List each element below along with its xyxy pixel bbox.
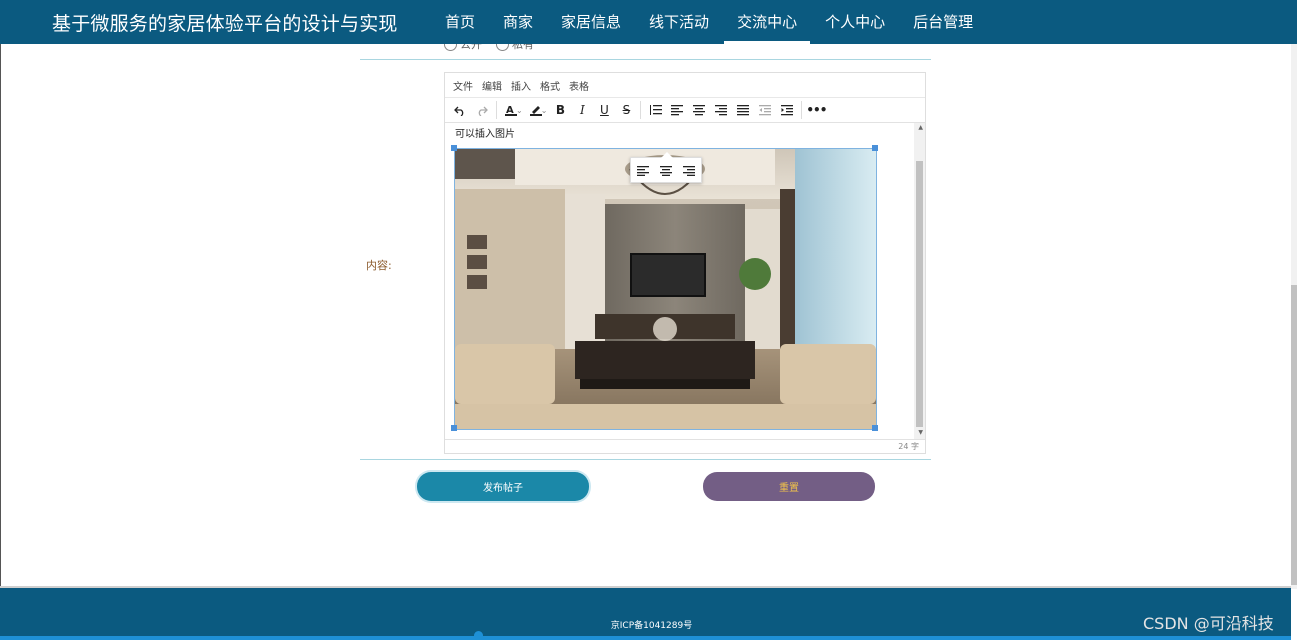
page-scrollbar-thumb[interactable] <box>1291 285 1297 585</box>
nav-merchants[interactable]: 商家 <box>490 0 546 44</box>
radio-private-label: 私有 <box>512 44 534 51</box>
align-right-icon[interactable] <box>683 161 696 180</box>
redo-icon[interactable] <box>471 99 493 121</box>
menu-format[interactable]: 格式 <box>540 78 560 93</box>
chevron-down-icon[interactable]: ⌄ <box>516 106 523 115</box>
nav-admin[interactable]: 后台管理 <box>900 0 986 44</box>
scroll-up-icon[interactable]: ▲ <box>918 124 923 131</box>
nav-home-info[interactable]: 家居信息 <box>548 0 634 44</box>
page-frame-left <box>0 0 1 640</box>
rich-text-editor: 文件 编辑 插入 格式 表格 A ⌄ ⌄ B I U S ••• 可以插入图片 … <box>444 72 926 454</box>
editor-scrollbar-thumb[interactable] <box>916 161 923 427</box>
footer-progress-dot <box>474 631 483 640</box>
align-justify-icon[interactable] <box>732 99 754 121</box>
bold-icon[interactable]: B <box>549 99 571 121</box>
indent-icon[interactable] <box>776 99 798 121</box>
resize-handle[interactable] <box>872 145 878 151</box>
editor-menubar: 文件 编辑 插入 格式 表格 <box>445 73 925 98</box>
site-title: 基于微服务的家居体验平台的设计与实现 <box>52 13 398 35</box>
align-left-icon[interactable] <box>666 99 688 121</box>
icp-number: 京ICP备1041289号 <box>610 621 693 631</box>
inserted-image[interactable] <box>454 148 877 430</box>
editor-toolbar: A ⌄ ⌄ B I U S ••• <box>445 98 925 123</box>
more-icon[interactable]: ••• <box>805 99 827 121</box>
menu-insert[interactable]: 插入 <box>511 78 531 93</box>
nav-offline-events[interactable]: 线下活动 <box>636 0 722 44</box>
align-right-icon[interactable] <box>710 99 732 121</box>
word-count: 24 字 <box>898 442 919 451</box>
resize-handle[interactable] <box>872 425 878 431</box>
content-label: 内容: <box>366 259 392 272</box>
editor-text: 可以插入图片 <box>455 129 515 140</box>
chevron-down-icon[interactable]: ⌄ <box>541 106 548 115</box>
undo-icon[interactable] <box>449 99 471 121</box>
menu-file[interactable]: 文件 <box>453 78 473 93</box>
footer-progress-bar <box>0 636 1291 640</box>
align-center-icon[interactable] <box>659 161 672 180</box>
resize-handle[interactable] <box>451 145 457 151</box>
toolbar-separator <box>801 101 803 119</box>
nav-profile[interactable]: 个人中心 <box>812 0 898 44</box>
radio-public[interactable] <box>444 44 457 51</box>
image-align-popup <box>630 152 702 183</box>
menu-table[interactable]: 表格 <box>569 78 589 93</box>
italic-icon[interactable]: I <box>571 99 593 121</box>
nav-home[interactable]: 首页 <box>432 0 488 44</box>
site-header: 基于微服务的家居体验平台的设计与实现 首页 商家 家居信息 线下活动 交流中心 … <box>0 0 1297 44</box>
site-footer: 京ICP备1041289号 <box>0 588 1291 640</box>
align-left-icon[interactable] <box>636 161 649 180</box>
align-center-icon[interactable] <box>688 99 710 121</box>
visibility-row: 公开 私有 <box>360 44 931 60</box>
resize-handle[interactable] <box>451 425 457 431</box>
publish-post-button[interactable]: 发布帖子 <box>417 472 589 501</box>
reset-button[interactable]: 重置 <box>703 472 875 501</box>
scroll-down-icon[interactable]: ▼ <box>918 429 923 436</box>
underline-icon[interactable]: U <box>593 99 615 121</box>
toolbar-separator <box>640 101 642 119</box>
radio-private[interactable] <box>496 44 509 51</box>
watermark: CSDN @可沿科技 <box>1143 614 1274 633</box>
main-nav: 首页 商家 家居信息 线下活动 交流中心 个人中心 后台管理 <box>432 0 988 44</box>
strikethrough-icon[interactable]: S <box>615 99 637 121</box>
editor-statusbar: 24 字 <box>445 439 925 453</box>
outdent-icon[interactable] <box>754 99 776 121</box>
editor-content[interactable]: 可以插入图片 <box>445 123 913 439</box>
toolbar-separator <box>496 101 497 119</box>
content-row: 内容: 文件 编辑 插入 格式 表格 A ⌄ ⌄ B I U S ••• 可以插… <box>360 60 931 460</box>
line-height-icon[interactable] <box>644 99 666 121</box>
radio-public-label: 公开 <box>460 44 482 51</box>
menu-edit[interactable]: 编辑 <box>482 78 502 93</box>
nav-forum[interactable]: 交流中心 <box>724 0 811 44</box>
